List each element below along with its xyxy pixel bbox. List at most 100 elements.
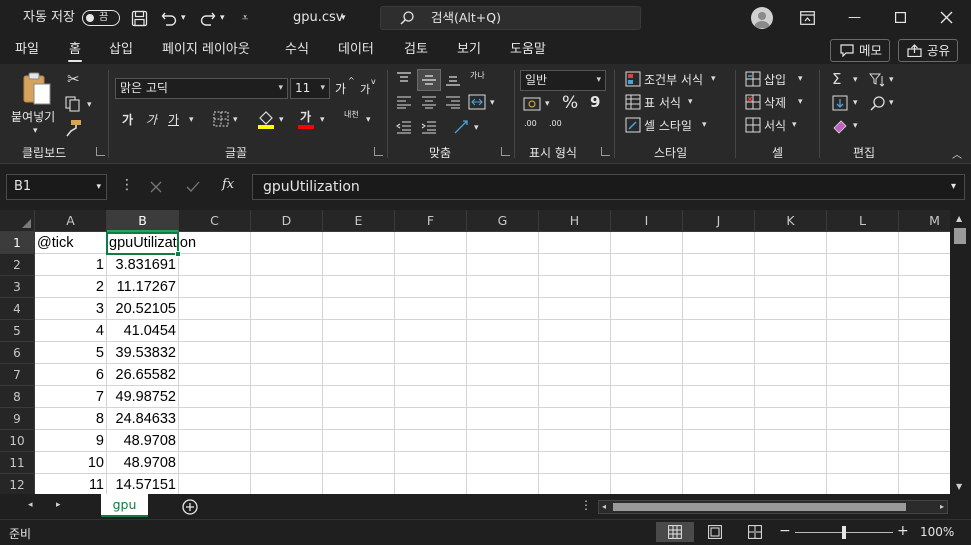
cell-a2[interactable]: 1 <box>35 254 107 276</box>
align-center-icon[interactable] <box>421 95 437 109</box>
share-button[interactable]: 공유 <box>898 39 958 62</box>
format-as-table-button[interactable]: 표 서식 <box>644 94 681 111</box>
row-header-12[interactable]: 12 <box>0 474 35 494</box>
phonetic-guide-button[interactable]: 내천 <box>344 109 359 120</box>
cell-a10[interactable]: 9 <box>35 430 107 452</box>
cell-b7[interactable]: 26.65582 <box>107 364 179 386</box>
font-color-button[interactable]: 가 <box>300 108 311 125</box>
clear-dropdown-icon[interactable]: ▾ <box>853 118 858 134</box>
zoom-in-button[interactable]: + <box>897 523 909 539</box>
row-header-10[interactable]: 10 <box>0 430 35 452</box>
conditional-formatting-button[interactable]: 조건부 서식 <box>644 71 703 88</box>
more-options-icon[interactable]: ⋮ <box>120 177 134 193</box>
autosum-dropdown-icon[interactable]: ▾ <box>853 72 858 88</box>
underline-dropdown-icon[interactable]: ▾ <box>189 112 194 128</box>
next-sheet-icon[interactable]: ▸ <box>56 500 61 510</box>
fill-color-dropdown-icon[interactable]: ▾ <box>279 112 284 128</box>
cell-b8[interactable]: 49.98752 <box>107 386 179 408</box>
fill-dropdown-icon[interactable]: ▾ <box>853 95 858 111</box>
number-format-select[interactable]: 일반 ▾ <box>520 70 606 91</box>
insert-function-button[interactable]: fx <box>222 177 234 192</box>
font-launcher-icon[interactable] <box>374 147 383 156</box>
comma-style-button[interactable]: 9 <box>590 93 600 111</box>
page-layout-view-icon[interactable] <box>708 525 722 539</box>
format-painter-icon[interactable] <box>65 119 83 137</box>
customize-qat-icon[interactable]: ⩡ <box>242 0 248 36</box>
ribbon-display-icon[interactable] <box>800 11 815 25</box>
italic-button[interactable]: 가 <box>146 111 157 128</box>
grow-font-button[interactable]: 가 <box>335 80 346 97</box>
zoom-slider-thumb[interactable] <box>842 526 846 539</box>
sort-filter-icon[interactable] <box>869 72 885 88</box>
format-dropdown-icon[interactable]: ▾ <box>792 117 797 133</box>
row-header-8[interactable]: 8 <box>0 386 35 408</box>
undo-icon[interactable] <box>160 9 178 27</box>
column-header-c[interactable]: C <box>179 210 251 232</box>
column-header-g[interactable]: G <box>467 210 539 232</box>
conditional-formatting-icon[interactable] <box>625 71 641 87</box>
align-right-icon[interactable] <box>445 95 461 109</box>
row-header-4[interactable]: 4 <box>0 298 35 320</box>
zoom-level[interactable]: 100% <box>920 525 954 539</box>
minimize-icon[interactable]: — <box>848 0 861 36</box>
memo-button[interactable]: 메모 <box>830 39 890 62</box>
cell-b12[interactable]: 14.57151 <box>107 474 179 494</box>
fill-color-icon[interactable] <box>257 109 275 129</box>
select-all-corner[interactable] <box>0 210 35 232</box>
column-header-a[interactable]: A <box>35 210 107 232</box>
vertical-scroll-thumb[interactable] <box>954 228 966 244</box>
scroll-down-icon[interactable]: ▼ <box>956 482 962 491</box>
horizontal-scroll-thumb[interactable] <box>613 503 906 511</box>
row-header-9[interactable]: 9 <box>0 408 35 430</box>
prev-sheet-icon[interactable]: ◂ <box>28 500 33 510</box>
underline-button[interactable]: 가 <box>168 111 179 128</box>
cell-b4[interactable]: 20.52105 <box>107 298 179 320</box>
format-cells-button[interactable]: 서식 <box>764 117 786 134</box>
orientation-dropdown-icon[interactable]: ▾ <box>474 120 479 136</box>
format-cells-icon[interactable] <box>745 117 761 133</box>
copy-icon[interactable] <box>65 96 81 112</box>
cell-a4[interactable]: 3 <box>35 298 107 320</box>
insert-dropdown-icon[interactable]: ▾ <box>798 71 803 87</box>
horizontal-scrollbar[interactable]: ◂ ▸ <box>598 500 948 514</box>
redo-dropdown-icon[interactable]: ▾ <box>220 0 225 36</box>
align-middle-button[interactable] <box>417 69 441 91</box>
alignment-launcher-icon[interactable] <box>501 147 510 156</box>
maximize-icon[interactable] <box>895 12 906 23</box>
undo-dropdown-icon[interactable]: ▾ <box>181 0 186 36</box>
row-header-1[interactable]: 1 <box>0 232 35 254</box>
row-header-6[interactable]: 6 <box>0 342 35 364</box>
borders-icon[interactable] <box>213 111 229 127</box>
tab-home[interactable]: 홈 <box>68 36 82 64</box>
search-box[interactable]: 검색(Alt+Q) <box>380 6 641 30</box>
table-format-dropdown-icon[interactable]: ▾ <box>688 94 693 110</box>
accounting-dropdown-icon[interactable]: ▾ <box>545 96 550 112</box>
tab-review[interactable]: 검토 <box>404 36 428 64</box>
font-size-select[interactable]: 11 ▾ <box>290 78 330 99</box>
account-avatar[interactable] <box>751 7 773 29</box>
cell-a6[interactable]: 5 <box>35 342 107 364</box>
percent-style-button[interactable]: % <box>562 93 578 113</box>
clear-icon[interactable] <box>832 118 848 134</box>
row-header-5[interactable]: 5 <box>0 320 35 342</box>
accounting-format-icon[interactable] <box>523 97 541 111</box>
font-name-select[interactable]: 맑은 고딕 ▾ <box>115 78 288 99</box>
collapse-ribbon-icon[interactable]: ︿ <box>952 148 962 164</box>
orientation-icon[interactable] <box>453 119 471 135</box>
delete-cells-button[interactable]: 삭제 <box>764 94 786 111</box>
cell-a5[interactable]: 4 <box>35 320 107 342</box>
wrap-text-button[interactable]: 가나 <box>470 71 485 80</box>
row-header-11[interactable]: 11 <box>0 452 35 474</box>
cell-a3[interactable]: 2 <box>35 276 107 298</box>
cell-styles-icon[interactable] <box>625 117 641 133</box>
cut-icon[interactable]: ✂ <box>67 71 80 87</box>
phonetic-dropdown-icon[interactable]: ▾ <box>366 112 371 128</box>
scroll-up-icon[interactable]: ▲ <box>956 214 962 223</box>
redo-icon[interactable] <box>199 9 217 27</box>
tab-help[interactable]: 도움말 <box>510 36 546 64</box>
cell-styles-button[interactable]: 셀 스타일 <box>644 117 692 134</box>
cell-b9[interactable]: 24.84633 <box>107 408 179 430</box>
decrease-indent-icon[interactable] <box>396 120 412 134</box>
shrink-font-button[interactable]: 가 <box>360 81 370 97</box>
column-header-l[interactable]: L <box>827 210 899 232</box>
